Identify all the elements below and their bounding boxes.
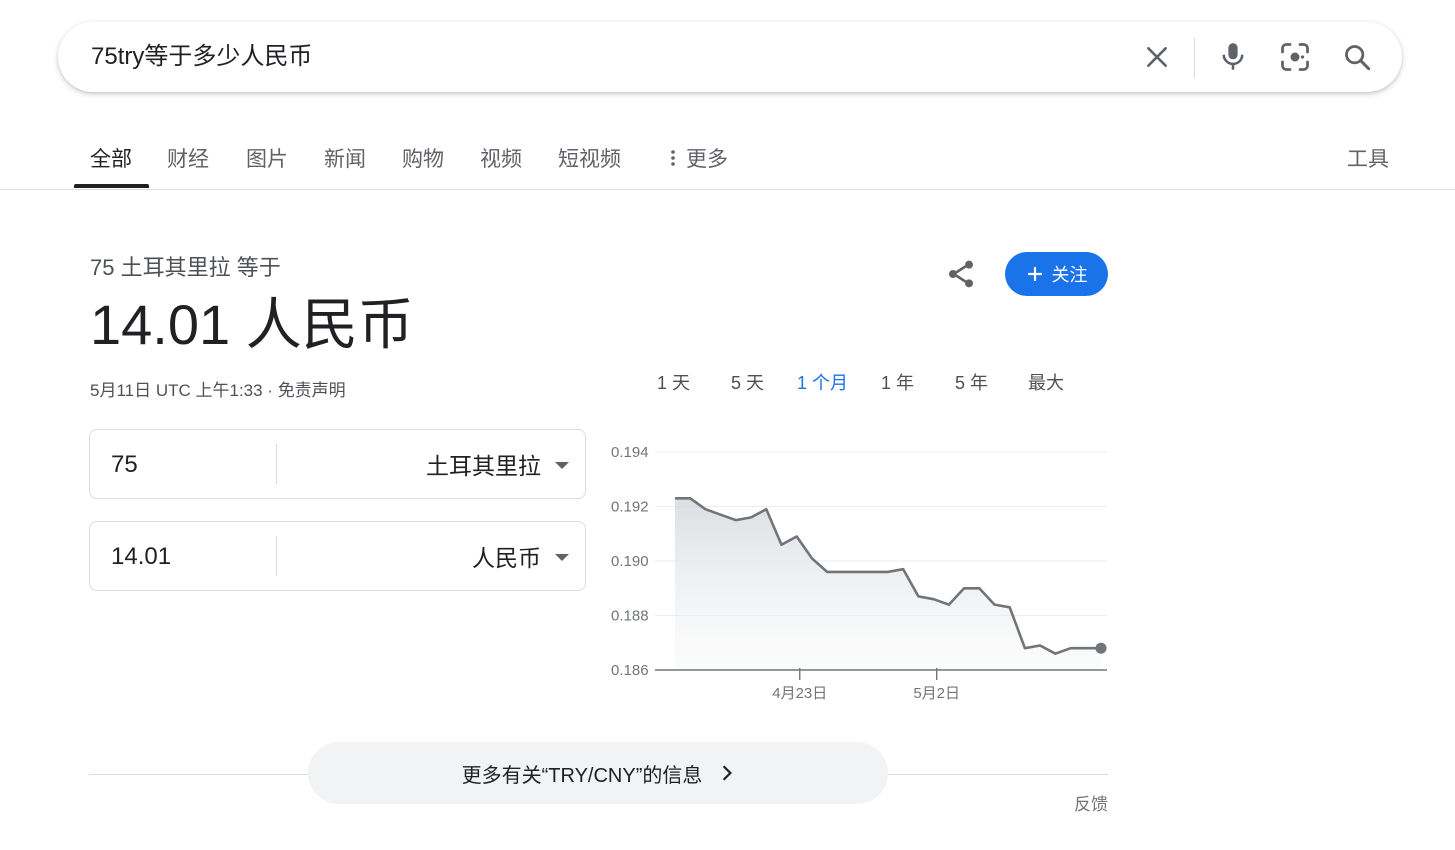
conversion-timestamp: 5月11日 UTC 上午1:33 · 免责声明	[90, 376, 346, 401]
tab-news[interactable]: 新闻	[324, 143, 366, 173]
chart-area-fill	[675, 498, 1101, 670]
chart-end-point	[1095, 642, 1107, 654]
conversion-result: 14.01 人民币	[90, 293, 414, 356]
plus-icon	[1027, 267, 1042, 281]
tab-more-label: 更多	[686, 148, 728, 171]
search-icon[interactable]	[1339, 39, 1375, 75]
follow-label: 关注	[1051, 265, 1088, 285]
more-info-label: 更多有关“TRY/CNY”的信息	[461, 764, 703, 787]
disclaimer-link[interactable]: 免责声明	[278, 381, 346, 400]
lens-camera-icon[interactable]	[1277, 39, 1313, 75]
range-5-days[interactable]: 5 天	[731, 369, 764, 395]
from-currency-label: 土耳其里拉	[426, 453, 541, 479]
to-amount-input[interactable]: 14.01	[111, 543, 171, 571]
active-tab-indicator	[74, 184, 149, 188]
chart-y-tick-label: 0.188	[611, 608, 649, 625]
chevron-right-icon	[723, 765, 733, 781]
tab-short-videos[interactable]: 短视频	[558, 143, 621, 173]
chart-y-tick-label: 0.194	[611, 444, 649, 461]
range-1-day[interactable]: 1 天	[657, 369, 690, 395]
chart-y-tick-label: 0.192	[611, 499, 649, 516]
tab-more[interactable]: 更多	[666, 143, 728, 173]
tools-button[interactable]: 工具	[1347, 143, 1389, 173]
tab-shopping[interactable]: 购物	[402, 143, 444, 173]
clear-icon[interactable]	[1139, 39, 1175, 75]
to-currency-label: 人民币	[472, 545, 541, 571]
range-1-year[interactable]: 1 年	[881, 369, 914, 395]
from-divider	[276, 444, 277, 484]
range-5-years[interactable]: 5 年	[955, 369, 988, 395]
tab-finance[interactable]: 财经	[167, 143, 209, 173]
tab-all[interactable]: 全部	[90, 143, 132, 173]
from-amount-input[interactable]: 75	[111, 451, 138, 479]
search-tabs: 全部 财经 图片 新闻 购物 视频 短视频 更多 工具	[0, 125, 1455, 190]
feedback-link[interactable]: 反馈	[1074, 790, 1108, 815]
range-1-month[interactable]: 1 个月	[797, 369, 848, 395]
more-info-button[interactable]: 更多有关“TRY/CNY”的信息	[308, 742, 888, 804]
tab-videos[interactable]: 视频	[480, 143, 522, 173]
timestamp-text: 5月11日 UTC 上午1:33 ·	[90, 381, 278, 400]
tab-images[interactable]: 图片	[246, 143, 288, 173]
chart-y-tick-label: 0.186	[611, 662, 649, 679]
search-bar[interactable]: 75try等于多少人民币	[58, 22, 1402, 92]
search-divider	[1194, 38, 1195, 78]
follow-button[interactable]: 关注	[1005, 252, 1108, 296]
share-icon	[949, 260, 973, 288]
from-currency-box: 75 土耳其里拉	[89, 429, 586, 499]
exchange-rate-chart[interactable]: 0.194 0.192 0.190 0.188 0.186 4月23日 5月2日	[600, 435, 1115, 710]
to-divider	[276, 536, 277, 576]
share-button[interactable]	[942, 255, 980, 293]
vertical-dots-icon	[671, 150, 675, 166]
to-currency-box: 14.01 人民币	[89, 521, 586, 591]
conversion-subtitle: 75 土耳其里拉 等于	[90, 255, 281, 280]
range-max[interactable]: 最大	[1028, 369, 1064, 395]
microphone-icon[interactable]	[1215, 39, 1251, 75]
from-currency-select[interactable]: 土耳其里拉	[426, 447, 569, 481]
to-currency-select[interactable]: 人民币	[472, 539, 569, 573]
chart-x-tick-label: 4月23日	[772, 685, 827, 702]
search-input[interactable]: 75try等于多少人民币	[91, 42, 312, 72]
chart-x-tick-label: 5月2日	[913, 685, 960, 702]
dropdown-caret-icon	[555, 461, 569, 469]
dropdown-caret-icon	[555, 553, 569, 561]
chart-y-tick-label: 0.190	[611, 553, 649, 570]
